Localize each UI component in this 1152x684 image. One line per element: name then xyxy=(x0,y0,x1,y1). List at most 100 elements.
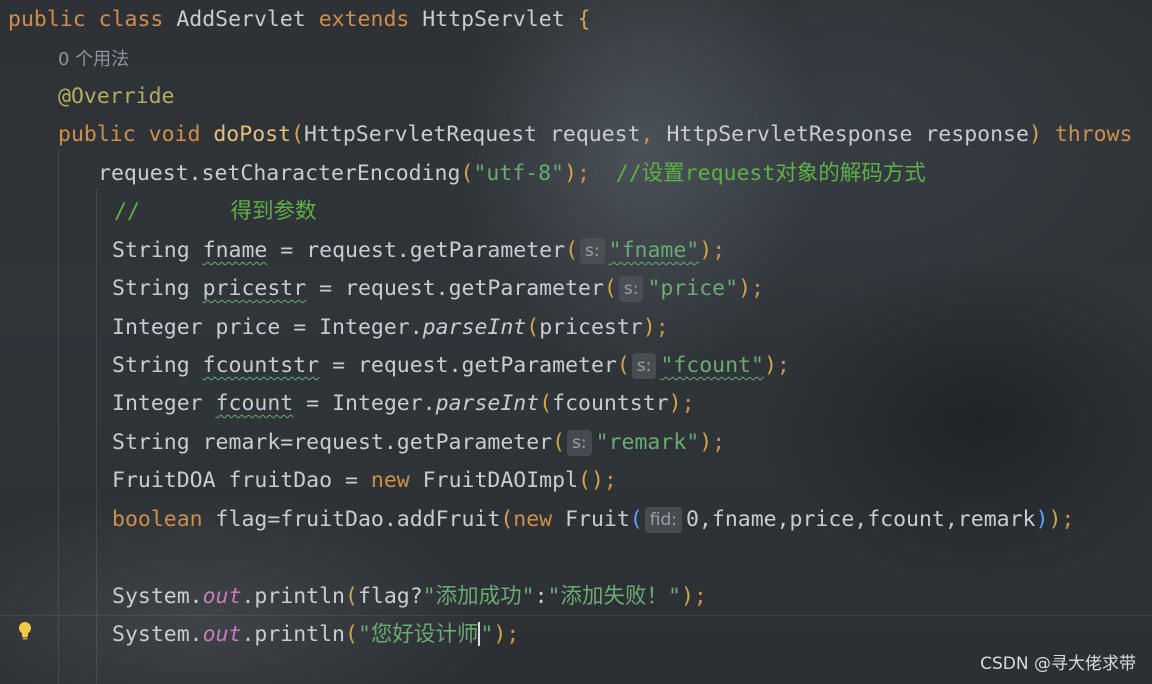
code-line-price[interactable]: Integer price = Integer.parseInt(pricest… xyxy=(112,309,669,347)
string-literal: "fname" xyxy=(608,238,700,263)
string-literal: "remark" xyxy=(595,430,700,455)
semicolon: ; xyxy=(506,622,520,647)
static-method: parseInt xyxy=(422,315,527,340)
indent-guide xyxy=(96,188,97,684)
variable: fcount xyxy=(215,391,294,416)
paren: ( xyxy=(345,584,358,609)
type: Integer xyxy=(112,391,203,416)
variable: pricestr xyxy=(202,276,307,301)
paren: ) xyxy=(642,315,656,340)
code-line-remark[interactable]: String remark=request.getParameter(s: "re… xyxy=(112,424,725,462)
call: = Integer. xyxy=(293,391,436,416)
keyword: class xyxy=(98,7,164,32)
class-name: Fruit xyxy=(552,507,630,532)
paren: ) xyxy=(1028,122,1042,147)
param-type: HttpServletRequest xyxy=(303,122,537,147)
semicolon: ; xyxy=(712,238,726,263)
paren: ( xyxy=(526,315,540,340)
call: .println xyxy=(241,584,346,609)
code-line-fcount[interactable]: Integer fcount = Integer.parseInt(fcount… xyxy=(112,385,695,423)
semicolon: ; xyxy=(1061,507,1075,532)
paren: ( xyxy=(629,507,643,532)
variable: fname xyxy=(202,238,268,263)
class-name: AddServlet xyxy=(176,7,306,32)
annotation: @Override xyxy=(58,84,175,109)
statement: FruitDOA fruitDao = xyxy=(112,468,371,493)
code-line-comment[interactable]: // 得到参数 xyxy=(114,193,317,231)
statement: Integer price = Integer. xyxy=(112,315,423,340)
paren: ( xyxy=(539,391,553,416)
parameter-hint: s: xyxy=(567,430,592,456)
parameter-hint: fid: xyxy=(644,507,682,533)
keyword: new xyxy=(370,468,410,493)
paren: ) xyxy=(493,622,507,647)
paren: ) xyxy=(680,584,694,609)
code-line-annotation[interactable]: @Override xyxy=(58,78,175,116)
statement: flag=fruitDao.addFruit xyxy=(202,507,501,532)
paren: ( xyxy=(345,622,358,647)
comma: , xyxy=(640,122,654,147)
arguments: 0,fname,price,fcount,remark xyxy=(685,507,1036,532)
type: String xyxy=(112,276,190,301)
paren: ) xyxy=(699,430,713,455)
semicolon: ; xyxy=(603,468,617,493)
code-line-class-declaration[interactable]: public class AddServlet extends HttpServ… xyxy=(8,1,591,39)
usage-hint[interactable]: 0 个用法 xyxy=(58,40,129,78)
code-line-method-signature[interactable]: public void doPost(HttpServletRequest re… xyxy=(58,116,1133,154)
paren: ) xyxy=(699,238,713,263)
keyword: boolean xyxy=(112,507,203,532)
string-literal: "您好设计师 xyxy=(357,622,479,647)
keyword: throws xyxy=(1054,122,1133,147)
param-name: request xyxy=(549,122,641,147)
paren: ( xyxy=(603,276,617,301)
keyword: public xyxy=(58,122,136,147)
colon: : xyxy=(534,584,548,609)
lightbulb-icon[interactable] xyxy=(17,621,33,645)
call: request.setCharacterEncoding xyxy=(98,161,461,186)
semicolon: ; xyxy=(751,276,764,301)
code-line-set-encoding[interactable]: request.setCharacterEncoding("utf-8"); /… xyxy=(98,155,926,193)
code-line-fname[interactable]: String fname = request.getParameter(s: "f… xyxy=(112,232,725,270)
base-class: HttpServlet xyxy=(422,7,565,32)
usage-count[interactable]: 0 个用法 xyxy=(58,49,129,70)
code-line-fruitdao[interactable]: FruitDOA fruitDao = new FruitDAOImpl(); xyxy=(112,462,617,500)
static-method: parseInt xyxy=(435,391,540,416)
string-literal: "fcount" xyxy=(660,353,764,378)
argument: flag? xyxy=(357,584,423,609)
method-name: doPost xyxy=(213,122,292,147)
static-field: out xyxy=(202,622,242,647)
code-line-println-greeting[interactable]: System.out.println("您好设计师"); xyxy=(112,616,519,654)
string-literal: "添加失败！" xyxy=(547,584,681,609)
paren: ) xyxy=(1048,507,1062,532)
type: String xyxy=(112,238,190,263)
paren: ) xyxy=(564,161,577,186)
paren: ) xyxy=(738,276,752,301)
comment: //设置request对象的解码方式 xyxy=(615,161,926,186)
code-line-add-fruit[interactable]: boolean flag=fruitDao.addFruit(new Fruit… xyxy=(112,501,1074,539)
code-editor[interactable]: public class AddServlet extends HttpServ… xyxy=(0,0,1152,684)
param-type: HttpServletResponse xyxy=(666,122,913,147)
comment-slash: // xyxy=(114,199,140,224)
argument: fcountstr xyxy=(552,391,669,416)
statement: System. xyxy=(112,622,203,647)
semicolon: ; xyxy=(655,315,669,340)
brace: { xyxy=(577,7,591,32)
comment-text: 得到参数 xyxy=(230,199,317,224)
code-line-pricestr[interactable]: String pricestr = request.getParameter(s… xyxy=(112,270,764,308)
paren: ) xyxy=(668,391,682,416)
paren: ( xyxy=(291,122,304,147)
call: = request.getParameter xyxy=(306,276,604,301)
semicolon: ; xyxy=(712,430,726,455)
code-line-fcountstr[interactable]: String fcountstr = request.getParameter(… xyxy=(112,347,790,385)
semicolon: ; xyxy=(693,584,707,609)
string-literal: "utf-8" xyxy=(473,161,564,186)
string-literal: "price" xyxy=(647,276,739,301)
indent-guide xyxy=(58,150,59,684)
statement: System. xyxy=(112,584,203,609)
statement: String remark=request.getParameter xyxy=(112,430,553,455)
semicolon: ; xyxy=(576,161,590,186)
call: = request.getParameter xyxy=(319,353,617,378)
watermark: CSDN @寻大佬求带 xyxy=(980,654,1136,674)
code-line-println-flag[interactable]: System.out.println(flag?"添加成功":"添加失败！"); xyxy=(112,578,707,616)
paren: ( xyxy=(460,161,474,186)
